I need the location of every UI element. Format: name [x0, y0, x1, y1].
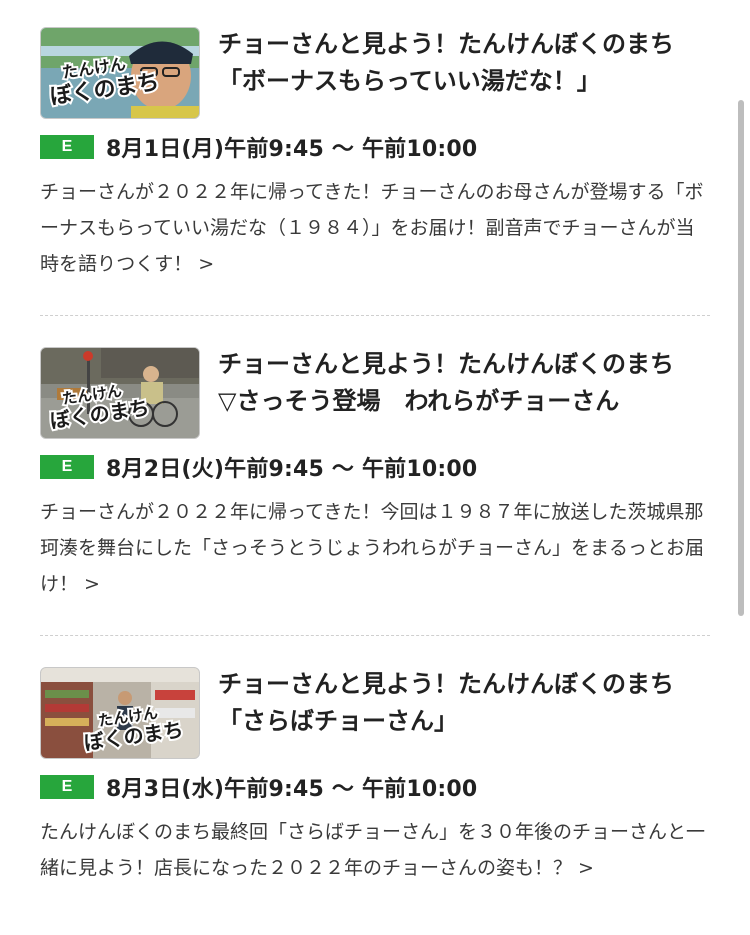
program-title[interactable]: チョーさんと見よう！たんけんぼくのまち ▽さっそう登場 われらがチョーさん	[218, 346, 718, 420]
program-title[interactable]: チョーさんと見よう！たんけんぼくのまち 「ボーナスもらっていい湯だな！」	[218, 26, 718, 100]
broadcast-datetime: 8月2日(火)午前9:45 ～ 午前10:00	[106, 457, 478, 482]
program-description-link[interactable]: チョーさんが２０２２年に帰ってきた！チョーさんのお母さんが登場する「ボーナスもら…	[40, 174, 712, 282]
chevron-right-icon: >	[84, 573, 100, 595]
program-schedule: E 8月3日(水)午前9:45 ～ 午前10:00	[40, 772, 477, 802]
program-logo-icon: たんけん ぼくのまち	[46, 380, 152, 435]
item-divider	[40, 635, 710, 636]
channel-badge-e: E	[40, 455, 94, 479]
program-title[interactable]: チョーさんと見よう！たんけんぼくのまち 「さらばチョーさん」	[218, 666, 718, 740]
program-thumbnail[interactable]: たんけん ぼくのまち	[40, 347, 200, 439]
chevron-right-icon: >	[578, 857, 594, 879]
program-thumbnail[interactable]: たんけん ぼくのまち	[40, 27, 200, 119]
program-schedule: E 8月1日(月)午前9:45 ～ 午前10:00	[40, 132, 477, 162]
broadcast-datetime: 8月1日(月)午前9:45 ～ 午前10:00	[106, 137, 478, 162]
program-description: たんけんぼくのまち最終回「さらばチョーさん」を３０年後のチョーさんと一緒に見よう…	[40, 821, 706, 879]
program-description: チョーさんが２０２２年に帰ってきた！今回は１９８７年に放送した茨城県那珂湊を舞台…	[40, 501, 705, 595]
channel-badge-e: E	[40, 135, 94, 159]
chevron-right-icon: >	[198, 253, 215, 275]
item-divider	[40, 315, 710, 316]
program-schedule: E 8月2日(火)午前9:45 ～ 午前10:00	[40, 452, 477, 482]
program-logo-icon: たんけん ぼくのまち	[46, 52, 162, 112]
program-logo-icon: たんけん ぼくのまち	[80, 702, 186, 757]
program-description-link[interactable]: チョーさんが２０２２年に帰ってきた！今回は１９８７年に放送した茨城県那珂湊を舞台…	[40, 494, 712, 602]
program-thumbnail[interactable]: たんけん ぼくのまち	[40, 667, 200, 759]
vertical-scrollbar[interactable]	[738, 100, 744, 616]
program-description: チョーさんが２０２２年に帰ってきた！チョーさんのお母さんが登場する「ボーナスもら…	[40, 181, 704, 275]
broadcast-datetime: 8月3日(水)午前9:45 ～ 午前10:00	[106, 777, 478, 802]
channel-badge-e: E	[40, 775, 94, 799]
program-description-link[interactable]: たんけんぼくのまち最終回「さらばチョーさん」を３０年後のチョーさんと一緒に見よう…	[40, 814, 712, 886]
